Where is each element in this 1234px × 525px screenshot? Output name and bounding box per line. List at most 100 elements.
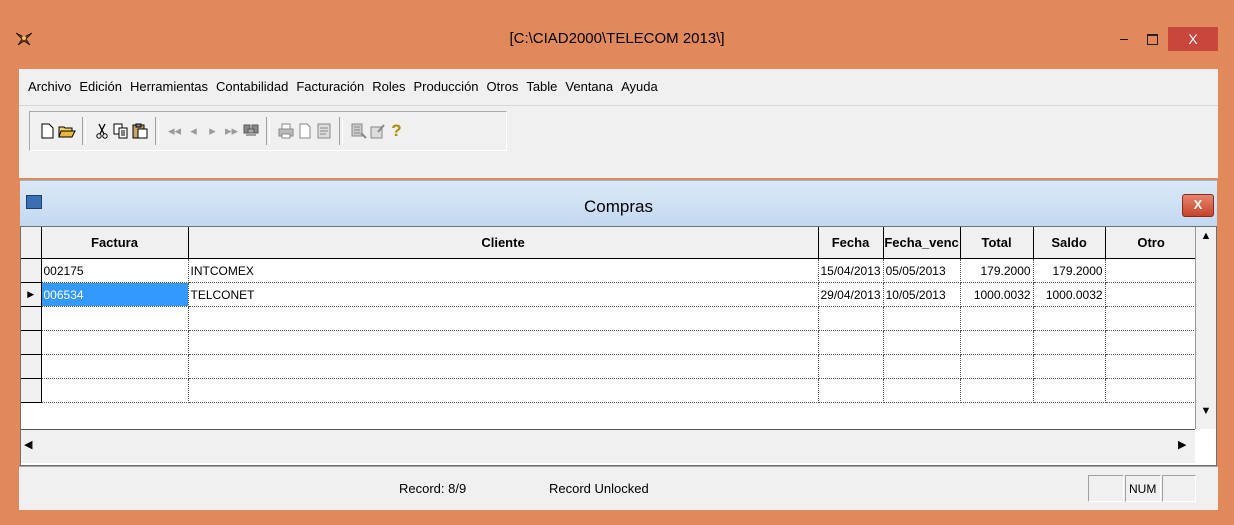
new-icon[interactable] <box>38 120 57 142</box>
next-record-icon[interactable]: ▸ <box>203 120 222 142</box>
last-record-icon[interactable]: ▸▸ <box>222 120 241 142</box>
right-pane-horizontal-scrollbar[interactable]: ▶ <box>424 429 1195 463</box>
table-row[interactable]: 002175 INTCOMEX 15/04/2013 05/05/2013 17… <box>21 258 1198 283</box>
cell-saldo[interactable] <box>1033 330 1106 355</box>
current-row-indicator[interactable]: ▶ <box>21 282 42 307</box>
cell-otro[interactable] <box>1105 282 1198 307</box>
minimize-button[interactable]: – <box>1110 30 1138 50</box>
cell-total[interactable] <box>960 378 1034 403</box>
menu-table[interactable]: Table <box>522 69 561 105</box>
cell-total[interactable]: 1000.0032 <box>960 282 1034 307</box>
col-header-factura[interactable]: Factura <box>41 227 189 259</box>
first-record-icon[interactable]: ◂◂ <box>165 120 184 142</box>
menu-herramientas[interactable]: Herramientas <box>126 69 212 105</box>
menu-ventana[interactable]: Ventana <box>561 69 617 105</box>
cell-fecha[interactable]: 15/04/2013 <box>818 258 884 283</box>
cell-factura[interactable] <box>41 306 189 331</box>
menu-roles[interactable]: Roles <box>368 69 409 105</box>
table-row[interactable] <box>21 330 1198 355</box>
scroll-right-arrow-icon[interactable]: ▶ <box>1178 438 1186 451</box>
cell-factura[interactable] <box>41 354 189 379</box>
cell-fecha[interactable]: 29/04/2013 <box>818 282 884 307</box>
help-icon[interactable]: ? <box>387 120 406 142</box>
close-window-button[interactable]: X <box>1168 27 1218 51</box>
cell-fecha[interactable] <box>818 330 884 355</box>
prev-record-icon[interactable]: ◂ <box>184 120 203 142</box>
cell-fecha-venc[interactable] <box>883 354 961 379</box>
edit-icon[interactable] <box>368 120 387 142</box>
cell-fecha[interactable] <box>818 306 884 331</box>
report-icon[interactable] <box>314 120 333 142</box>
open-icon[interactable] <box>57 120 76 142</box>
menu-facturacion[interactable]: Facturación <box>292 69 368 105</box>
table-row[interactable]: ▶ 006534 TELCONET 29/04/2013 10/05/2013 … <box>21 282 1198 307</box>
compras-title-bar[interactable]: Compras X <box>20 180 1217 227</box>
cell-otro[interactable] <box>1105 258 1198 283</box>
cell-fecha-venc[interactable] <box>883 378 961 403</box>
cell-otro[interactable] <box>1105 306 1198 331</box>
main-title-bar[interactable]: [C:\CIAD2000\TELECOM 2013\] – X <box>0 0 1234 68</box>
cut-icon[interactable] <box>92 120 111 142</box>
page-icon[interactable] <box>295 120 314 142</box>
scroll-left-arrow-icon[interactable]: ◀ <box>24 438 32 451</box>
row-indicator[interactable] <box>21 258 42 283</box>
row-indicator[interactable] <box>21 354 42 379</box>
table-row[interactable] <box>21 306 1198 331</box>
cell-cliente[interactable] <box>188 354 819 379</box>
cell-cliente[interactable]: TELCONET <box>188 282 819 307</box>
cell-total[interactable] <box>960 354 1034 379</box>
menu-edicion[interactable]: Edición <box>75 69 126 105</box>
cell-saldo[interactable] <box>1033 354 1106 379</box>
col-header-total[interactable]: Total <box>960 227 1034 259</box>
compras-grid[interactable]: Factura Cliente Fecha Fecha_venc Total S… <box>20 226 1217 466</box>
cell-fecha-venc[interactable] <box>883 306 961 331</box>
cell-saldo[interactable] <box>1033 378 1106 403</box>
cell-total[interactable]: 179.2000 <box>960 258 1034 283</box>
cell-cliente[interactable] <box>188 306 819 331</box>
vertical-scrollbar[interactable]: ▲ ▼ <box>1195 227 1216 429</box>
menu-otros[interactable]: Otros <box>483 69 523 105</box>
cell-saldo[interactable]: 179.2000 <box>1033 258 1106 283</box>
menu-contabilidad[interactable]: Contabilidad <box>212 69 292 105</box>
cell-fecha[interactable] <box>818 378 884 403</box>
scroll-down-arrow-icon[interactable]: ▼ <box>1196 402 1216 420</box>
find-icon[interactable] <box>241 120 260 142</box>
col-header-saldo[interactable]: Saldo <box>1033 227 1106 259</box>
cell-factura-selected[interactable]: 006534 <box>41 282 189 307</box>
row-indicator[interactable] <box>21 378 42 403</box>
cell-fecha[interactable] <box>818 354 884 379</box>
menu-ayuda[interactable]: Ayuda <box>617 69 662 105</box>
maximize-button[interactable] <box>1138 30 1166 50</box>
cell-fecha-venc[interactable]: 05/05/2013 <box>883 258 961 283</box>
cell-factura[interactable] <box>41 330 189 355</box>
cell-fecha-venc[interactable] <box>883 330 961 355</box>
cell-saldo[interactable]: 1000.0032 <box>1033 282 1106 307</box>
menu-archivo[interactable]: Archivo <box>24 69 75 105</box>
cell-fecha-venc[interactable]: 10/05/2013 <box>883 282 961 307</box>
row-indicator[interactable] <box>21 330 42 355</box>
row-indicator[interactable] <box>21 306 42 331</box>
filter-icon[interactable] <box>349 120 368 142</box>
cell-total[interactable] <box>960 330 1034 355</box>
left-pane-horizontal-scrollbar[interactable]: ◀ <box>21 429 425 463</box>
col-header-fecha[interactable]: Fecha <box>818 227 884 259</box>
cell-factura[interactable] <box>41 378 189 403</box>
col-header-otro[interactable]: Otro <box>1105 227 1198 259</box>
cell-factura[interactable]: 002175 <box>41 258 189 283</box>
col-header-cliente[interactable]: Cliente <box>188 227 819 259</box>
cell-otro[interactable] <box>1105 378 1198 403</box>
cell-saldo[interactable] <box>1033 306 1106 331</box>
cell-total[interactable] <box>960 306 1034 331</box>
cell-otro[interactable] <box>1105 330 1198 355</box>
cell-cliente[interactable] <box>188 378 819 403</box>
scroll-up-arrow-icon[interactable]: ▲ <box>1196 227 1216 245</box>
cell-cliente[interactable]: INTCOMEX <box>188 258 819 283</box>
table-row[interactable] <box>21 354 1198 379</box>
cell-cliente[interactable] <box>188 330 819 355</box>
print-icon[interactable] <box>276 120 295 142</box>
col-header-fecha-venc[interactable]: Fecha_venc <box>883 227 961 259</box>
cell-otro[interactable] <box>1105 354 1198 379</box>
paste-icon[interactable] <box>130 120 149 142</box>
compras-close-button[interactable]: X <box>1182 194 1214 217</box>
table-row[interactable] <box>21 378 1198 403</box>
